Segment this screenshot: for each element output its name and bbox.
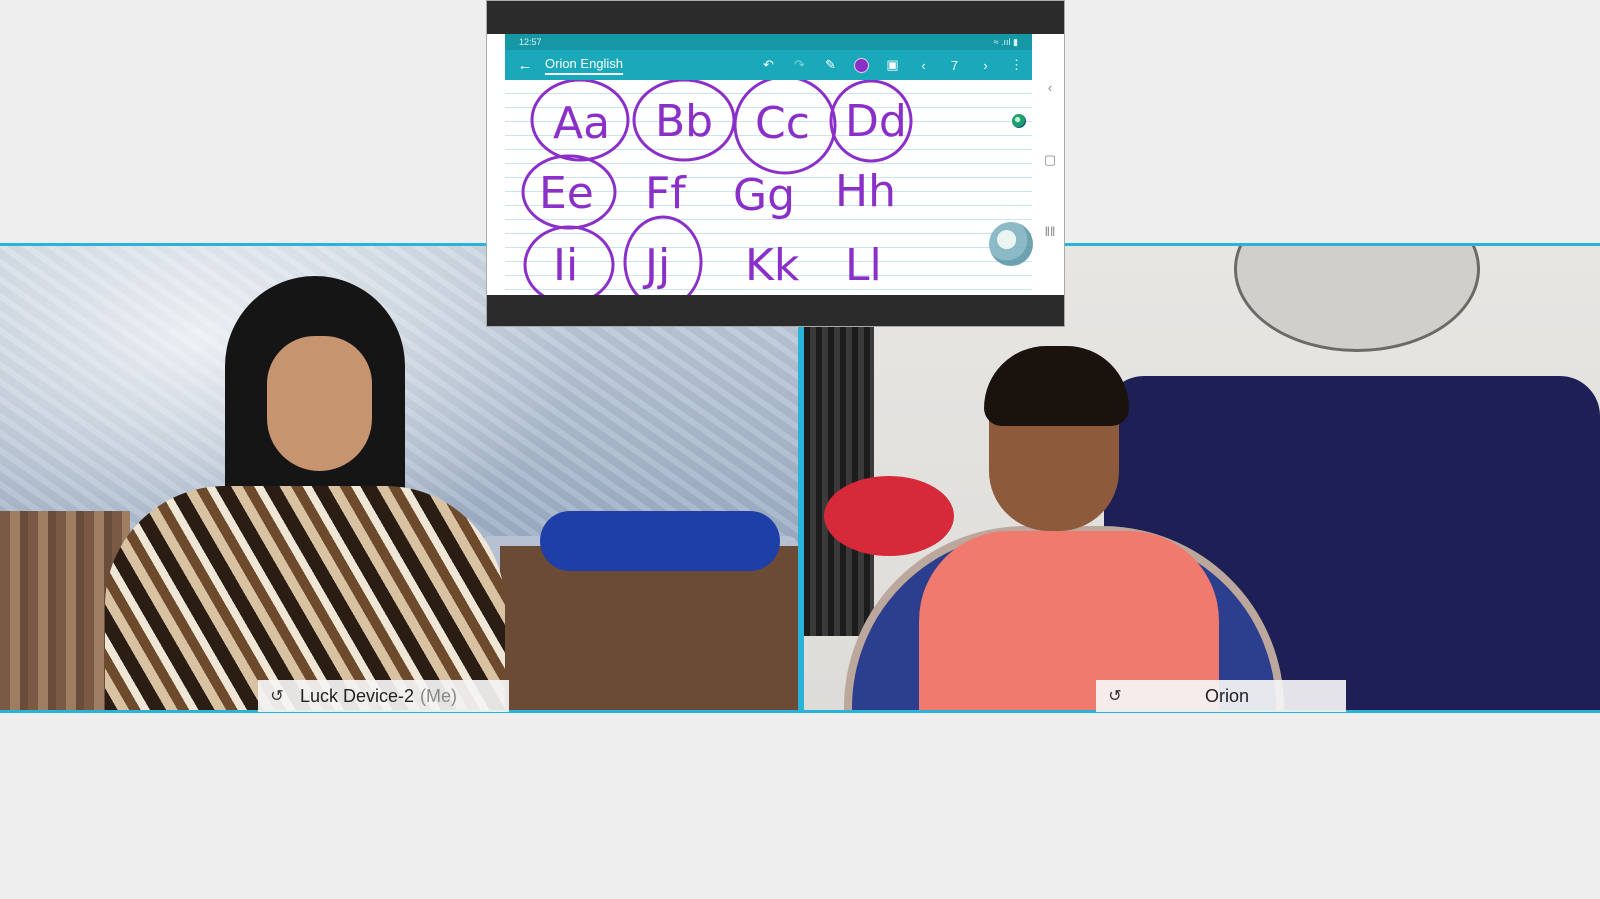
lined-note-page: Aa Bb Cc Dd Ee Ff Gg Hh Ii Jj Kk Ll xyxy=(505,80,1032,295)
page-number: 7 xyxy=(950,57,959,73)
participant-name: Orion xyxy=(1204,685,1249,706)
share-bottom-bar xyxy=(487,295,1064,326)
ink-color-indicator[interactable] xyxy=(1012,114,1026,128)
wicker-chair xyxy=(804,306,874,636)
nav-recents-icon[interactable]: ‖‖ xyxy=(1040,224,1060,296)
microphone-icon[interactable]: ↺ xyxy=(266,686,288,706)
handwriting-canvas[interactable]: Aa Bb Cc Dd Ee Ff Gg Hh Ii Jj Kk Ll xyxy=(505,80,1032,295)
name-plate-orion: ↺ Orion xyxy=(1096,680,1346,712)
phone-status-bar: 12:57 ≈ .ııl ▮ xyxy=(505,34,1032,50)
person-face xyxy=(267,336,372,471)
pen-icon[interactable]: ✎ xyxy=(815,57,846,73)
blue-pillow xyxy=(540,511,780,571)
color-dot xyxy=(854,58,869,74)
share-top-bar xyxy=(487,1,1064,34)
handwritten-letters: Aa xyxy=(553,98,610,149)
image-icon[interactable]: ▣ xyxy=(877,57,908,73)
back-arrow-icon[interactable]: ← xyxy=(505,57,545,74)
shared-screen-window[interactable]: 12:57 ≈ .ııl ▮ ← Orion English ↶ ↷ ✎ ▣ ‹… xyxy=(486,0,1065,327)
name-plate-self: ↺ Luck Device-2 (Me) xyxy=(258,680,509,712)
participant-person xyxy=(105,276,505,710)
undo-icon[interactable]: ↶ xyxy=(753,57,784,73)
handwritten-letters: Jj xyxy=(642,240,670,291)
handwritten-letters: Cc xyxy=(755,98,810,149)
shared-phone-screen: 12:57 ≈ .ııl ▮ ← Orion English ↶ ↷ ✎ ▣ ‹… xyxy=(505,34,1032,295)
handwritten-letters: Ii xyxy=(553,240,578,291)
handwritten-letters: Ff xyxy=(645,168,687,219)
handwritten-letters: Kk xyxy=(745,240,800,291)
nav-home-icon[interactable]: ▢ xyxy=(1040,152,1060,224)
pen-color-swatch[interactable] xyxy=(846,57,877,74)
handwritten-letters: Hh xyxy=(835,166,896,217)
handwritten-letters: Ee xyxy=(539,168,594,219)
person-body xyxy=(105,486,505,710)
handwritten-letters: Gg xyxy=(733,170,795,221)
previous-page-icon[interactable]: ‹ xyxy=(908,58,939,73)
participant-self-tag: (Me) xyxy=(420,685,458,706)
notes-app-toolbar: ← Orion English ↶ ↷ ✎ ▣ ‹ 7 › ⋮ xyxy=(505,50,1032,80)
phone-nav-buttons: ‹ ▢ ‖‖ xyxy=(1040,80,1060,296)
more-menu-icon[interactable]: ⋮ xyxy=(1001,57,1032,73)
status-time: 12:57 xyxy=(519,37,542,47)
red-seat xyxy=(824,476,954,556)
handwritten-letters: Bb xyxy=(655,96,713,147)
microphone-icon[interactable]: ↺ xyxy=(1104,686,1126,706)
handwritten-letters: Ll xyxy=(845,240,882,291)
floating-assistive-button[interactable] xyxy=(989,222,1033,266)
redo-icon[interactable]: ↷ xyxy=(784,57,815,73)
next-page-icon[interactable]: › xyxy=(970,58,1001,73)
handwritten-letters: Dd xyxy=(845,96,907,147)
notebook-title[interactable]: Orion English xyxy=(545,56,624,75)
nav-back-icon[interactable]: ‹ xyxy=(1040,80,1060,152)
status-icons: ≈ .ııl ▮ xyxy=(993,36,1018,47)
participant-name: Luck Device-2 xyxy=(300,685,415,706)
